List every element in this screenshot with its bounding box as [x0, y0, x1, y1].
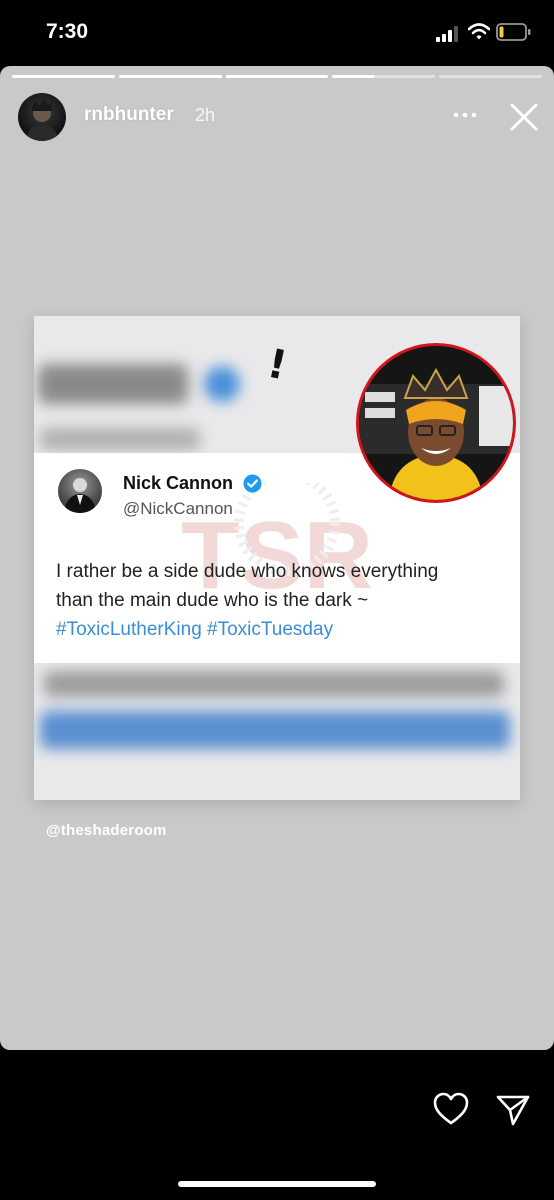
tweet-text-line: I rather be a side dude who knows everyt… — [56, 561, 439, 582]
story-progress — [12, 75, 542, 78]
story-timestamp: 2h — [195, 105, 216, 125]
story-card[interactable]: rnbhunter 2h ! TSR Nick Cannon @NickCann… — [0, 66, 554, 1050]
hashtag: #ToxicLutherKing — [56, 619, 202, 640]
share-button[interactable] — [495, 1092, 531, 1128]
tweet-text-line: than the main dude who is the dark ~ — [56, 590, 369, 611]
progress-segment — [225, 75, 329, 78]
shared-post-image[interactable]: ! TSR Nick Cannon @NickCannon I rather b… — [34, 316, 520, 800]
avatar[interactable] — [18, 93, 66, 141]
progress-segment — [332, 75, 436, 78]
avatar-image — [26, 99, 58, 141]
close-button[interactable] — [505, 98, 543, 136]
inset-celebrity-photo — [356, 343, 516, 503]
tweet-hashtags: #ToxicLutherKing #ToxicTuesday — [56, 615, 506, 644]
progress-segment — [439, 75, 542, 78]
home-indicator[interactable] — [178, 1181, 376, 1187]
status-bar: 7:30 — [0, 0, 554, 64]
like-button[interactable] — [432, 1091, 470, 1127]
verified-badge-icon — [243, 474, 262, 493]
tweet-avatar — [58, 469, 102, 513]
tweet-handle: @NickCannon — [123, 499, 233, 518]
mention-sticker[interactable]: @theshaderoom — [46, 822, 167, 839]
wifi-icon — [468, 23, 490, 40]
progress-segment — [12, 75, 115, 78]
status-time: 7:30 — [46, 20, 89, 43]
progress-segment — [118, 75, 222, 78]
tweet-text: I rather be a side dude who knows everyt… — [56, 557, 506, 644]
hashtag: #ToxicTuesday — [207, 619, 334, 640]
more-options-button[interactable] — [448, 102, 482, 128]
story-screen: 7:30 rnbhunter 2h ! TSR Nick Cannon @Nic… — [0, 0, 554, 1200]
battery-icon — [496, 23, 531, 41]
signal-icon — [436, 26, 458, 42]
story-username[interactable]: rnbhunter — [84, 104, 174, 126]
tweet-author-name: Nick Cannon — [123, 473, 234, 493]
